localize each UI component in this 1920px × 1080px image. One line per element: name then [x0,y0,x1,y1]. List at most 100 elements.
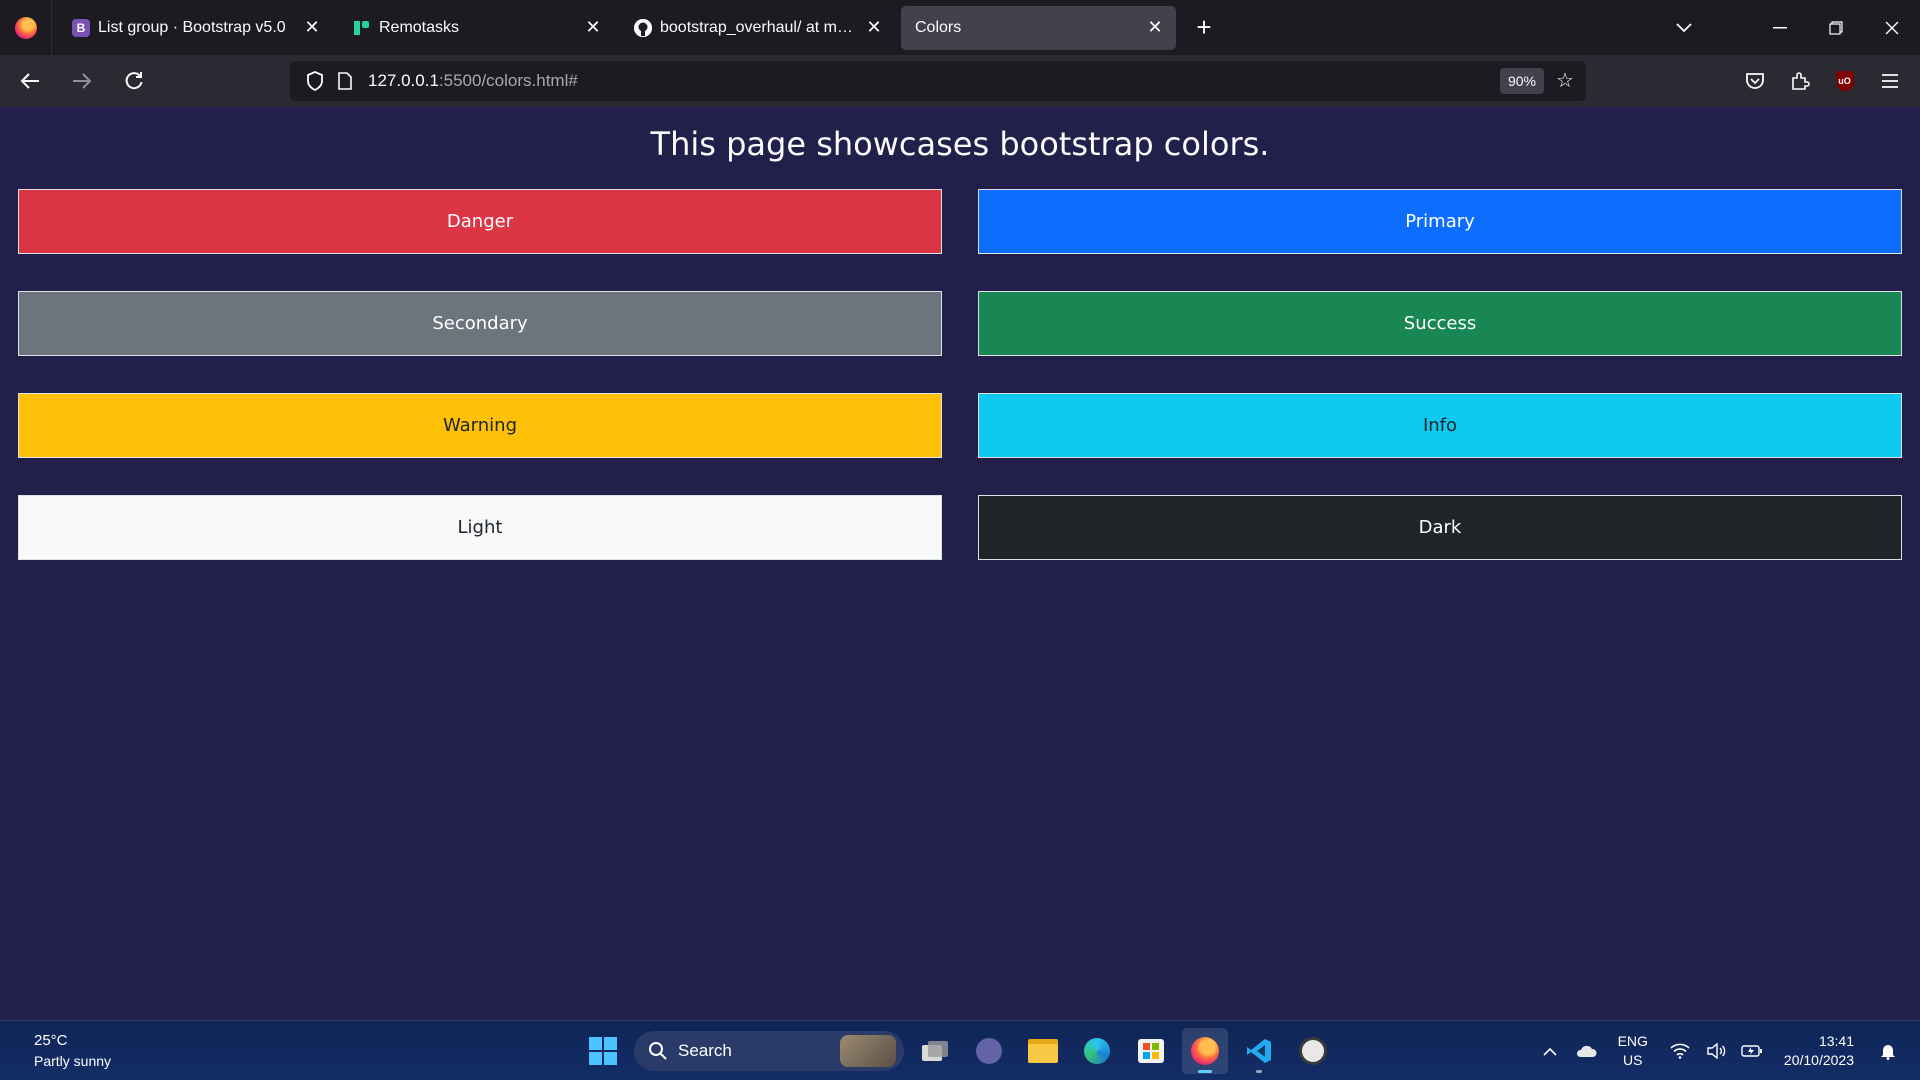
new-tab-button[interactable]: + [1184,8,1224,48]
close-window-button[interactable] [1864,0,1920,55]
close-icon [1885,21,1899,34]
task-view-icon [922,1041,948,1061]
ublock-icon: uO [1835,71,1854,91]
extensions-button[interactable] [1777,61,1822,101]
color-box-success: Success [978,291,1902,356]
toolbar-right: uO [1732,61,1912,101]
arrow-right-icon [73,73,92,89]
close-icon[interactable]: ✕ [863,17,885,39]
github-icon [634,18,652,37]
color-box-light: Light [18,495,942,560]
tab-colors[interactable]: Colors ✕ [901,5,1176,50]
system-tray: ENG US 13:41 20/10/2023 [1532,1021,1920,1080]
color-box-danger: Danger [18,189,942,254]
firefox-icon [14,16,37,39]
notification-bell-icon[interactable] [1870,1031,1906,1071]
puzzle-icon [1791,72,1810,90]
app-icon [1299,1037,1327,1065]
minimize-icon [1773,26,1787,28]
store-button[interactable] [1128,1028,1174,1074]
firefox-taskbar-button[interactable] [1182,1028,1228,1074]
color-box-primary: Primary [978,189,1902,254]
tab-title: Colors [915,18,962,36]
color-box-warning: Warning [18,393,942,458]
restore-icon [1829,20,1843,35]
clock[interactable]: 13:41 20/10/2023 [1784,1032,1854,1070]
color-box-info: Info [978,393,1902,458]
windows-icon [589,1037,617,1065]
color-box-dark: Dark [978,495,1902,560]
pocket-button[interactable] [1732,61,1777,101]
address-bar[interactable]: 127.0.0.1:5500/colors.html# 90% ☆ [290,61,1586,101]
open-indicator [1256,1070,1262,1073]
date: 20/10/2023 [1783,1052,1854,1068]
firefox-icon [1191,1037,1219,1065]
back-button[interactable] [8,61,52,101]
menu-button[interactable] [1867,61,1912,101]
teams-icon [976,1038,1002,1064]
onedrive-icon[interactable] [1568,1031,1604,1071]
tab-title: Remotasks [379,18,460,36]
ublock-button[interactable]: uO [1822,61,1867,101]
file-explorer-button[interactable] [1020,1028,1066,1074]
hamburger-menu-icon [1881,74,1898,88]
teams-chat-button[interactable] [966,1028,1012,1074]
language-code: ENG [1617,1033,1648,1049]
firefox-view-button[interactable] [0,0,52,55]
tab-remotasks[interactable]: Remotasks ✕ [339,6,614,50]
volume-icon[interactable] [1698,1031,1734,1071]
window-controls [1656,0,1920,55]
weather-widget[interactable]: 25°C Partly sunny [34,1031,111,1071]
search-label: Search [678,1041,732,1060]
tab-strip: B List group · Bootstrap v5.0 ✕ Remotask… [0,0,1920,55]
tracking-protection-icon[interactable] [300,71,330,91]
reload-button[interactable] [112,61,156,101]
chevron-up-icon[interactable] [1532,1031,1568,1071]
edge-button[interactable] [1074,1028,1120,1074]
weather-description: Partly sunny [34,1053,112,1069]
edge-icon [1084,1038,1110,1064]
vscode-button[interactable] [1236,1028,1282,1074]
reload-icon [125,72,143,90]
zoom-indicator[interactable]: 90% [1499,68,1544,94]
page-content: This page showcases bootstrap colors. Da… [0,107,1920,1020]
task-view-button[interactable] [912,1028,958,1074]
color-box-secondary: Secondary [18,291,942,356]
tab-list-group[interactable]: B List group · Bootstrap v5.0 ✕ [58,6,333,50]
store-icon [1138,1039,1164,1063]
bookmark-star-icon[interactable]: ☆ [1552,68,1578,94]
page-icon[interactable] [330,72,360,90]
start-button[interactable] [580,1028,626,1074]
bootstrap-icon: B [72,18,90,37]
app-button[interactable] [1290,1028,1336,1074]
search-highlight-image [840,1035,896,1067]
minimize-button[interactable] [1752,0,1808,55]
battery-icon[interactable] [1734,1031,1770,1071]
folder-icon [1028,1039,1058,1063]
remotasks-icon [353,19,371,37]
tab-title: List group · Bootstrap v5.0 [98,18,286,36]
search-icon [649,1042,667,1060]
taskbar: 25°C Partly sunny Search ENG US 13:41 20… [0,1020,1920,1080]
vscode-icon [1247,1039,1271,1063]
arrow-left-icon [20,73,39,89]
tab-github[interactable]: bootstrap_overhaul/ at main · M ✕ [620,6,895,50]
pocket-icon [1745,73,1764,89]
page-title: This page showcases bootstrap colors. [650,125,1270,163]
wifi-icon[interactable] [1662,1031,1698,1071]
time: 13:41 [1818,1033,1854,1049]
forward-button[interactable] [60,61,104,101]
url-host: 127.0.0.1 [368,71,439,90]
url-path: :5500/colors.html# [438,71,578,90]
color-grid: Danger Primary Secondary Success Warning… [18,189,1902,560]
close-icon[interactable]: ✕ [582,17,604,39]
close-icon[interactable]: ✕ [301,17,323,39]
region-code: US [1623,1052,1643,1068]
taskbar-search[interactable]: Search [634,1031,904,1071]
weather-temperature: 25°C [34,1032,68,1049]
navigation-toolbar: 127.0.0.1:5500/colors.html# 90% ☆ uO [0,55,1920,107]
restore-button[interactable] [1808,0,1864,55]
list-all-tabs-button[interactable] [1656,0,1712,55]
close-icon[interactable]: ✕ [1144,17,1166,39]
language-indicator[interactable]: ENG US [1618,1032,1648,1070]
